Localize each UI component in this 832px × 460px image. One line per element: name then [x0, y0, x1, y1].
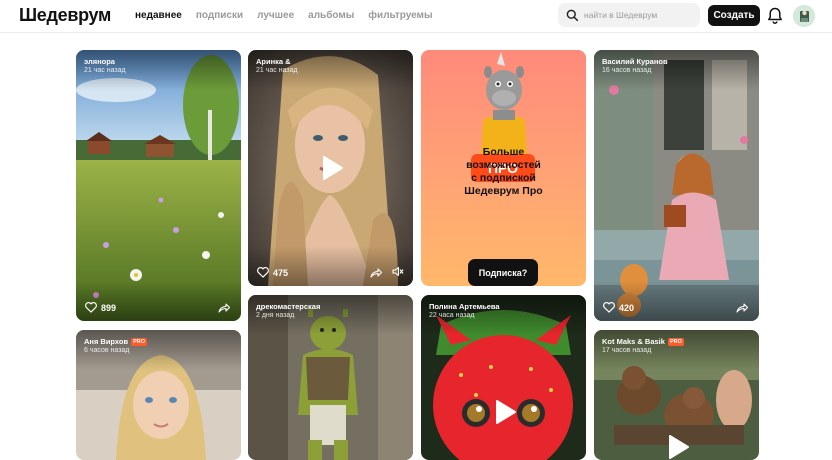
nav-recent[interactable]: недавнее — [135, 10, 182, 21]
feed-card[interactable]: Аринка & 21 час назад 475 — [248, 50, 413, 286]
promo-title: Больше возможностей с подпиской Шедеврум… — [464, 146, 543, 197]
feed-card[interactable]: Аня Вирхов PRO 6 часов назад — [76, 330, 241, 460]
play-icon[interactable] — [664, 434, 690, 460]
card-author[interactable]: Аня Вирхов PRO — [84, 337, 148, 346]
card-time: 2 дня назад — [256, 312, 295, 319]
heart-icon — [85, 302, 97, 313]
like-button[interactable]: 475 — [257, 267, 288, 278]
bottom-gradient — [76, 281, 241, 321]
nav-subscriptions[interactable]: подписки — [196, 10, 243, 21]
search-icon — [566, 9, 579, 21]
bottom-gradient — [594, 281, 759, 321]
card-author[interactable]: Полина Артемьева — [429, 302, 500, 311]
feed-card[interactable]: Василий Куранов 16 часов назад 420 — [594, 50, 759, 321]
heart-icon — [257, 267, 269, 278]
search-input[interactable] — [584, 10, 694, 20]
card-time: 16 часов назад — [602, 67, 652, 74]
like-button[interactable]: 899 — [85, 302, 116, 313]
user-avatar[interactable] — [793, 5, 815, 27]
create-button[interactable]: Создать — [708, 5, 760, 26]
share-icon[interactable] — [218, 302, 230, 313]
card-author[interactable]: дрекомастерская — [256, 302, 320, 311]
rhino-mascot-icon — [481, 52, 527, 158]
nav-best[interactable]: лучшее — [257, 10, 294, 21]
card-time: 17 часов назад — [602, 347, 652, 354]
header-divider — [0, 32, 832, 33]
feed-card[interactable]: элянора 21 час назад 899 — [76, 50, 241, 321]
feed-card[interactable]: Kot Maks & Basik PRO 17 часов назад — [594, 330, 759, 460]
logo[interactable]: Шедеврум — [19, 5, 111, 26]
card-time: 21 час назад — [256, 67, 298, 74]
nav-filters[interactable]: фильтруемы — [368, 10, 432, 21]
card-author[interactable]: элянора — [84, 57, 115, 66]
bell-icon[interactable] — [767, 7, 783, 25]
pro-badge: PRO — [667, 337, 684, 346]
mute-icon[interactable] — [392, 266, 404, 277]
card-author[interactable]: Василий Куранов — [602, 57, 668, 66]
feed-card[interactable]: дрекомастерская 2 дня назад — [248, 295, 413, 460]
card-author[interactable]: Аринка & — [256, 57, 291, 66]
play-icon[interactable] — [491, 399, 517, 425]
main-nav: недавнее подписки лучшее альбомы фильтру… — [135, 10, 433, 21]
feed-card[interactable]: Полина Артемьева 22 часа назад — [421, 295, 586, 460]
nav-albums[interactable]: альбомы — [308, 10, 354, 21]
share-icon[interactable] — [736, 302, 748, 313]
share-icon[interactable] — [370, 267, 382, 278]
card-time: 6 часов назад — [84, 347, 130, 354]
like-count: 420 — [619, 302, 635, 313]
play-icon[interactable] — [318, 155, 344, 181]
top-bar: Шедеврум недавнее подписки лучшее альбом… — [0, 0, 832, 32]
card-author[interactable]: Kot Maks & Basik PRO — [602, 337, 684, 346]
heart-icon — [603, 302, 615, 313]
subscribe-button[interactable]: Подписка? — [468, 259, 538, 286]
like-count: 475 — [273, 267, 289, 278]
pro-promo-card: ПРО Больше возможностей с подпиской Шеде… — [421, 50, 586, 286]
pro-badge: PRO — [131, 337, 148, 346]
bottom-gradient — [248, 246, 413, 286]
card-time: 22 часа назад — [429, 312, 475, 319]
card-time: 21 час назад — [84, 67, 126, 74]
search-box[interactable] — [558, 3, 700, 27]
like-count: 899 — [101, 302, 117, 313]
like-button[interactable]: 420 — [603, 302, 634, 313]
